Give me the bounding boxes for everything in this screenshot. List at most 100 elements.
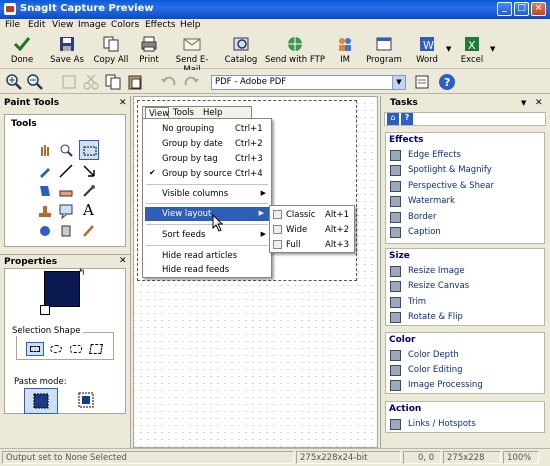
submenu-item-classic[interactable]: Classic Alt+1 xyxy=(270,208,354,222)
pen-tool-icon[interactable] xyxy=(37,163,53,179)
menu-bar: File Edit View Image Colors Effects Help xyxy=(0,19,550,33)
paste-transparent-button[interactable] xyxy=(70,388,104,414)
undo-icon[interactable] xyxy=(160,73,178,91)
copy-icon[interactable] xyxy=(104,73,122,91)
dropper-icon[interactable] xyxy=(81,183,97,199)
stamp-icon[interactable] xyxy=(37,203,53,219)
properties-title: Properties xyxy=(0,254,131,268)
selection-shape-label: Selection Shape xyxy=(10,326,83,336)
svg-text:W: W xyxy=(423,39,434,52)
word-icon: W xyxy=(420,37,434,52)
zoom-tool-icon[interactable] xyxy=(58,142,74,158)
callout-icon[interactable] xyxy=(58,203,74,219)
home-icon[interactable]: ⌂ xyxy=(387,113,399,125)
maximize-button[interactable]: □ xyxy=(514,2,529,16)
arrow-tool-icon[interactable] xyxy=(81,163,97,179)
print-preview-icon[interactable] xyxy=(413,73,431,91)
paste-icon[interactable] xyxy=(126,73,144,91)
menu-edit[interactable]: Edit xyxy=(28,20,45,30)
chevron-down-icon[interactable]: ▼ xyxy=(392,76,405,89)
close-icon[interactable]: ✕ xyxy=(535,98,543,108)
secondary-toolbar: PDF - Adobe PDF ▼ ? xyxy=(0,70,550,94)
done-button[interactable]: Done xyxy=(8,35,36,68)
crop-icon[interactable] xyxy=(60,73,78,91)
word-button[interactable]: W Word xyxy=(412,35,442,68)
hand-tool-icon[interactable] xyxy=(37,142,53,158)
printer-select[interactable]: PDF - Adobe PDF ▼ xyxy=(211,75,406,90)
print-button[interactable]: Print xyxy=(136,35,162,68)
zoom-in-icon[interactable] xyxy=(5,73,23,91)
brush-icon[interactable] xyxy=(81,223,97,239)
menu-item-sort-feeds[interactable]: Sort feeds ▶ xyxy=(143,228,271,242)
copy-all-button[interactable]: Copy All xyxy=(92,35,130,68)
excel-icon: X xyxy=(465,37,479,52)
menu-effects[interactable]: Effects xyxy=(145,20,176,30)
caption-icon xyxy=(390,227,401,238)
close-icon[interactable]: ✕ xyxy=(119,98,127,108)
catalog-button[interactable]: Catalog xyxy=(223,35,259,68)
snagit-window: SnagIt Capture Preview _ □ × File Edit V… xyxy=(0,0,550,466)
submenu-item-full[interactable]: Full Alt+3 xyxy=(270,238,354,252)
menu-item-hide-read-articles[interactable]: Hide read articles xyxy=(143,249,271,263)
menu-item-group-by-date[interactable]: Group by date Ctrl+2 xyxy=(143,137,271,151)
app-icon xyxy=(4,3,16,15)
captured-menu-tools[interactable]: Tools xyxy=(173,108,194,118)
background-color-swatch[interactable] xyxy=(40,305,50,315)
menu-item-visible-columns[interactable]: Visible columns ▶ xyxy=(143,187,271,201)
paste-opaque-button[interactable] xyxy=(24,388,58,414)
eraser-icon[interactable] xyxy=(58,183,74,199)
floppy-icon xyxy=(60,37,74,51)
menu-image[interactable]: Image xyxy=(78,20,106,30)
close-button[interactable]: × xyxy=(531,2,546,16)
perspective-icon xyxy=(390,181,401,192)
zoom-out-icon[interactable] xyxy=(26,73,44,91)
rectangle-shape-button[interactable] xyxy=(26,342,44,356)
save-as-button[interactable]: Save As xyxy=(48,35,86,68)
watermark-icon xyxy=(390,196,401,207)
selection-tool-button[interactable] xyxy=(79,140,99,160)
submenu-item-wide[interactable]: Wide Alt+2 xyxy=(270,223,354,237)
menu-item-no-grouping[interactable]: No grouping Ctrl+1 xyxy=(143,122,271,136)
color-fill-icon[interactable] xyxy=(37,183,53,199)
cut-icon[interactable] xyxy=(82,73,100,91)
menu-item-hide-read-feeds[interactable]: Hide read feeds xyxy=(143,263,271,277)
rounded-select-icon[interactable] xyxy=(70,345,82,353)
menu-help[interactable]: Help xyxy=(180,20,201,30)
foreground-color-swatch[interactable] xyxy=(44,271,80,307)
excel-dropdown-arrow[interactable]: ▼ xyxy=(490,45,495,53)
menu-separator xyxy=(146,224,268,225)
chevron-down-icon[interactable]: ▼ xyxy=(521,99,526,107)
program-button[interactable]: Program xyxy=(366,35,402,68)
ellipse-select-icon[interactable] xyxy=(50,345,62,353)
swap-colors-icon[interactable]: ↰ xyxy=(78,268,86,278)
send-ftp-button[interactable]: Send with FTP xyxy=(265,35,325,68)
text-tool-icon[interactable]: A xyxy=(83,201,99,219)
captured-menu-help[interactable]: Help xyxy=(203,108,222,118)
layout-icon xyxy=(273,225,282,234)
submenu-arrow-icon: ▶ xyxy=(260,189,266,197)
spray-icon[interactable] xyxy=(37,223,53,239)
freehand-select-icon[interactable] xyxy=(89,344,103,354)
menu-item-view-layout[interactable]: View layout ▶ xyxy=(145,207,269,221)
close-icon[interactable]: ✕ xyxy=(119,256,127,266)
line-tool-icon[interactable] xyxy=(58,163,74,179)
size-group: Size Resize Image Resize Canvas Trim Rot… xyxy=(385,248,545,326)
im-button[interactable]: IM xyxy=(334,35,356,68)
svg-text:X: X xyxy=(468,39,476,52)
highlighter-icon[interactable] xyxy=(58,223,74,239)
menu-file[interactable]: File xyxy=(5,20,20,30)
program-icon xyxy=(376,37,392,51)
menu-view[interactable]: View xyxy=(52,20,73,30)
send-email-button[interactable]: Send E-Mail xyxy=(168,35,216,75)
menu-colors[interactable]: Colors xyxy=(111,20,139,30)
printer-icon xyxy=(141,36,157,52)
menu-item-group-by-source[interactable]: ✔ Group by source Ctrl+4 xyxy=(143,167,271,181)
help-icon[interactable]: ? xyxy=(401,113,413,125)
excel-button[interactable]: X Excel xyxy=(458,35,486,68)
help-icon[interactable]: ? xyxy=(438,73,456,91)
redo-icon[interactable] xyxy=(182,73,200,91)
links-hotspots-icon xyxy=(390,419,401,430)
minimize-button[interactable]: _ xyxy=(497,2,512,16)
menu-item-group-by-tag[interactable]: Group by tag Ctrl+3 xyxy=(143,152,271,166)
word-dropdown-arrow[interactable]: ▼ xyxy=(446,45,451,53)
